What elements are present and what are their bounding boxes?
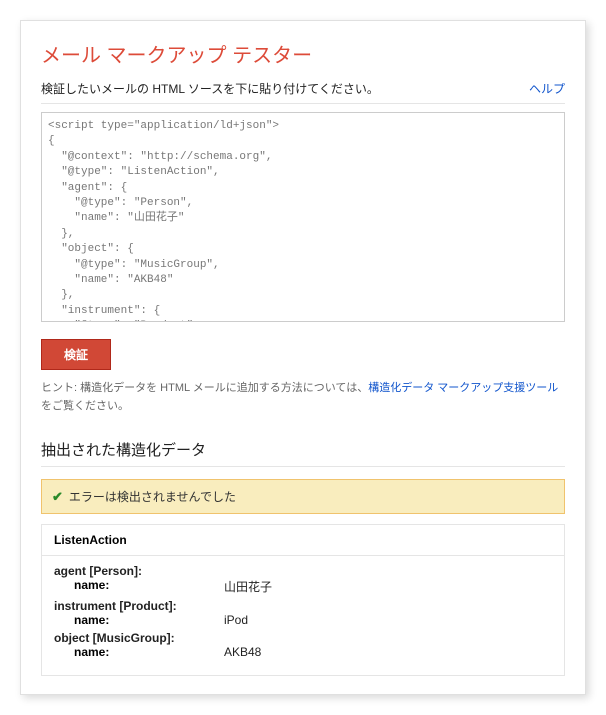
page-title: メール マークアップ テスター <box>41 39 565 68</box>
hint-prefix: ヒント: 構造化データを HTML メールに追加する方法については、 <box>41 382 368 394</box>
success-bar: ✔ エラーは検出されませんでした <box>41 479 565 514</box>
hint-suffix: をご覧ください。 <box>41 400 129 412</box>
prop-val: iPod <box>224 613 248 627</box>
results-heading: 抽出された構造化データ <box>41 439 565 467</box>
prop-row: name: AKB48 <box>54 645 552 659</box>
prop-val: AKB48 <box>224 645 261 659</box>
validate-button[interactable]: 検証 <box>41 339 111 370</box>
hint-text: ヒント: 構造化データを HTML メールに追加する方法については、構造化データ… <box>41 380 565 415</box>
prop-val: 山田花子 <box>224 578 272 595</box>
result-group: object [MusicGroup]: name: AKB48 <box>54 631 552 659</box>
prop-label: instrument [Product]: <box>54 599 552 613</box>
app-panel: メール マークアップ テスター 検証したいメールの HTML ソースを下に貼り付… <box>20 20 586 695</box>
result-box: ListenAction agent [Person]: name: 山田花子 … <box>41 524 565 676</box>
button-row: 検証 <box>41 339 565 370</box>
instruction-text: 検証したいメールの HTML ソースを下に貼り付けてください。 <box>41 80 379 97</box>
prop-key: name: <box>54 578 224 595</box>
check-icon: ✔ <box>52 489 63 505</box>
html-source-input[interactable] <box>41 112 565 322</box>
prop-label: agent [Person]: <box>54 564 552 578</box>
subhead-row: 検証したいメールの HTML ソースを下に貼り付けてください。 ヘルプ <box>41 80 565 104</box>
result-group: instrument [Product]: name: iPod <box>54 599 552 627</box>
result-group: agent [Person]: name: 山田花子 <box>54 564 552 595</box>
success-message: エラーは検出されませんでした <box>69 488 236 505</box>
prop-key: name: <box>54 645 224 659</box>
prop-row: name: 山田花子 <box>54 578 552 595</box>
prop-key: name: <box>54 613 224 627</box>
prop-row: name: iPod <box>54 613 552 627</box>
help-link[interactable]: ヘルプ <box>529 80 565 97</box>
result-type: ListenAction <box>42 525 564 556</box>
hint-link[interactable]: 構造化データ マークアップ支援ツール <box>368 382 558 394</box>
result-body: agent [Person]: name: 山田花子 instrument [P… <box>42 556 564 675</box>
prop-label: object [MusicGroup]: <box>54 631 552 645</box>
